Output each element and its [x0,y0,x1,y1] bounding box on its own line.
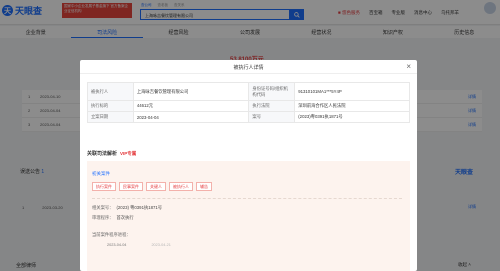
table-row: 执行标的 44612元 执行法院 深圳前海合作区人民法院 [87,100,410,112]
field-label: 身份证号码/组织机构代码 [248,82,296,101]
modal-title: 被执行人详情 [233,65,264,71]
tag[interactable]: 民事案件 [119,182,143,191]
case-number-line: 相关案号： (2023) 粤0391执1871号 [92,205,162,211]
field-value: 2023-04-04 [132,111,250,123]
progress-timeline: 2023-04-04 2023-04-21 [107,243,171,247]
tag[interactable]: 辅告 [196,182,212,191]
executee-name-link[interactable]: 上海咏吉餐饮管理有限公司 [137,89,189,94]
case-number-value[interactable]: (2023) 粤0391执1871号 [116,205,162,211]
field-value: (2023)粤0391执1871号 [294,111,410,123]
vip-badge: VIP专属 [120,150,137,156]
progress-label: 当前案件程序进程： [92,232,131,237]
detail-table: 被执行人 上海咏吉餐饮管理有限公司 身份证号码/组织机构代码 91310101M… [87,82,410,123]
tag[interactable]: 执行案件 [92,182,116,191]
table-row: 被执行人 上海咏吉餐饮管理有限公司 身份证号码/组织机构代码 91310101M… [87,82,410,101]
modal-header: 被执行人详情 × [80,60,417,74]
procedure-label: 审理程序： [92,215,114,220]
case-tags: 执行案件 民事案件 关键人 被执行人 辅告 [92,182,212,191]
progress-date: 2023-04-21 [151,243,171,247]
tag[interactable]: 关键人 [146,182,166,191]
divider [92,198,402,199]
case-number-label: 相关案号： [92,205,114,210]
assoc-title: 关联司法解析 [87,151,118,157]
assoc-panel: 初关案件 执行案件 民事案件 关键人 被执行人 辅告 相关案号： (2023) … [87,161,410,271]
field-label: 执行标的 [87,100,134,112]
field-label: 执行法院 [248,100,296,112]
progress-date: 2023-04-04 [107,243,127,247]
table-row: 立案日期 2023-04-04 案号 (2023)粤0391执1871号 [87,111,410,123]
tag[interactable]: 被执行人 [169,182,193,191]
close-icon[interactable]: × [406,62,411,71]
procedure-value: 首次执行 [116,215,134,220]
field-label: 立案日期 [87,111,134,123]
field-value: 44612元 [132,100,250,112]
field-label: 案号 [248,111,296,123]
field-value: 上海咏吉餐饮管理有限公司 [132,82,250,101]
assoc-heading: 关联司法解析 VIP专属 [87,150,137,158]
assoc-subtitle[interactable]: 初关案件 [92,171,110,177]
field-value: 深圳前海合作区人民法院 [294,100,410,112]
procedure-line: 审理程序： 首次执行 [92,215,134,221]
executee-detail-modal: 被执行人详情 × 被执行人 上海咏吉餐饮管理有限公司 身份证号码/组织机构代码 … [80,60,417,271]
field-label: 被执行人 [87,82,134,101]
field-value: 91310101MA1***5Y4P [294,82,410,101]
